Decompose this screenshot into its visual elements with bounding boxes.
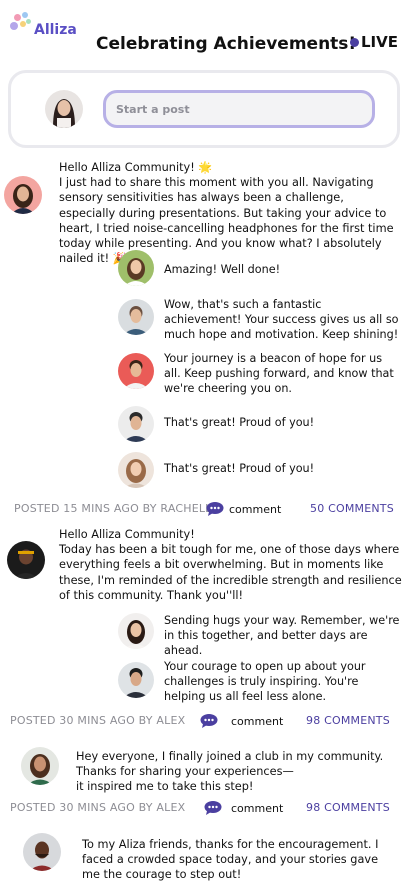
reply-text: Amazing! Well done! — [164, 263, 281, 276]
post-body: Hello Alliza Community! 🌟 I just had to … — [59, 161, 394, 266]
comments-count-link[interactable]: 98 COMMENTS — [306, 714, 390, 727]
comment-button[interactable]: comment — [206, 502, 281, 516]
avatar — [118, 299, 154, 335]
post-body: To my Aliza friends, thanks for the enco… — [82, 838, 379, 882]
live-label: LIVE — [361, 33, 398, 51]
reply-text: That's great! Proud of you! — [164, 416, 315, 429]
avatar — [118, 452, 154, 488]
post-meta: POSTED 30 MINS AGO BY ALEX comment 98 CO… — [0, 714, 414, 734]
posted-info: POSTED 15 MINS AGO BY RACHELLE — [14, 502, 219, 515]
comments-count-link[interactable]: 50 COMMENTS — [310, 502, 394, 515]
comment-bubble-icon — [204, 801, 222, 815]
app-logo[interactable]: Alliza — [8, 10, 78, 38]
comment-label: comment — [231, 714, 284, 728]
live-indicator: LIVE — [350, 33, 398, 51]
avatar — [7, 541, 45, 579]
avatar — [118, 662, 154, 698]
reply-text: That's great! Proud of you! — [164, 462, 315, 475]
logo-icon — [8, 10, 36, 36]
reply-text: Wow, that's such a fantastic achievement… — [164, 298, 399, 342]
reply-text: Your journey is a beacon of hope for us … — [164, 352, 394, 396]
reply-text: Your courage to open up about your chall… — [164, 660, 366, 704]
post-meta: POSTED 15 MINS AGO BY RACHELLE comment 5… — [0, 502, 414, 522]
comment-bubble-icon — [200, 714, 218, 728]
logo-text: Alliza — [34, 22, 77, 38]
post-body: Hello Alliza Community! Today has been a… — [59, 528, 402, 602]
avatar — [118, 250, 154, 286]
comment-button[interactable]: comment — [200, 714, 283, 728]
posted-info: POSTED 30 MINS AGO BY ALEX — [10, 714, 186, 727]
posted-info: POSTED 30 MINS AGO BY ALEX — [10, 801, 186, 814]
post-body: Hey everyone, I finally joined a club in… — [76, 750, 384, 794]
comment-label: comment — [229, 502, 282, 516]
avatar — [118, 406, 154, 442]
page-title: Celebrating Achievements! — [96, 34, 357, 54]
avatar — [118, 613, 154, 649]
comments-count-link[interactable]: 98 COMMENTS — [306, 801, 390, 814]
comment-button[interactable]: comment — [204, 801, 283, 815]
avatar — [45, 90, 83, 128]
post-input[interactable]: Start a post — [103, 90, 375, 128]
comment-bubble-icon — [206, 502, 224, 516]
post-composer: Start a post — [8, 70, 400, 148]
avatar — [118, 353, 154, 389]
avatar — [21, 747, 59, 785]
live-dot-icon — [350, 37, 359, 47]
reply-text: Sending hugs your way. Remember, we're i… — [164, 614, 400, 658]
comment-label: comment — [231, 801, 284, 815]
post-meta: POSTED 30 MINS AGO BY ALEX comment 98 CO… — [0, 801, 414, 821]
avatar — [23, 833, 61, 871]
avatar — [4, 176, 42, 214]
